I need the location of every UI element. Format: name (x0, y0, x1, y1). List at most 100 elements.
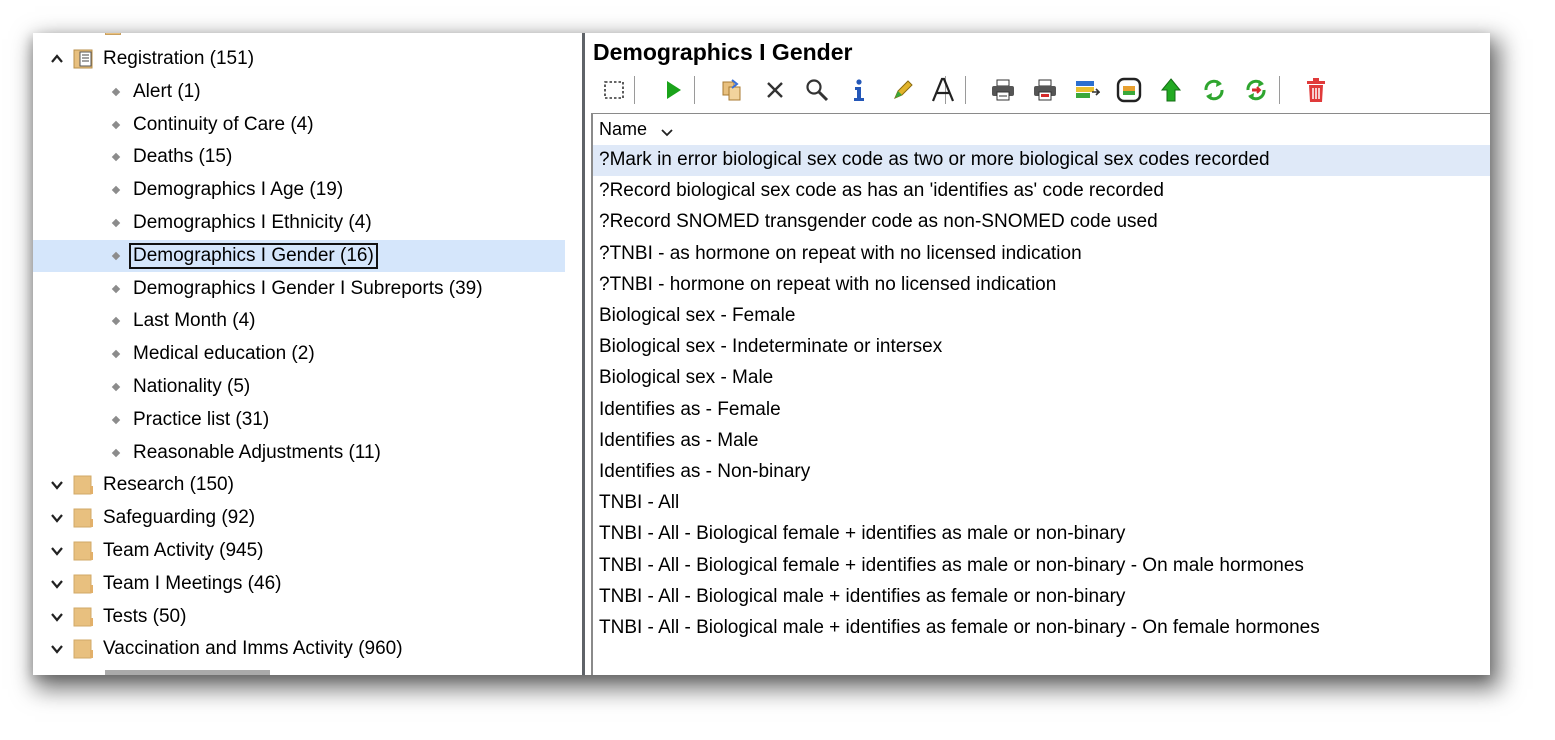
chevron-down-icon[interactable] (49, 609, 65, 625)
list-item[interactable]: ?TNBI - hormone on repeat with no licens… (593, 270, 1490, 301)
tree-item-label: Nationality (5) (133, 376, 251, 397)
list-item[interactable]: ?Record biological sex code as has an 'i… (593, 176, 1490, 207)
list-item[interactable]: TNBI - All - Biological female + identif… (593, 519, 1490, 550)
list-item-label: Identifies as - Non-binary (599, 461, 811, 482)
toolbar (593, 73, 1483, 107)
select-all-icon[interactable] (598, 73, 630, 107)
list-item[interactable]: TNBI - All (593, 488, 1490, 519)
folder-icon (73, 573, 95, 595)
bullet-icon (111, 415, 121, 425)
tree-leaf-item[interactable]: Last Month (4) (33, 305, 565, 337)
bullet-icon (111, 448, 121, 457)
tree-leaf-item[interactable]: Practice list (31) (33, 404, 565, 436)
export-icon[interactable] (1071, 73, 1103, 107)
tree-leaf-item[interactable]: Nationality (5) (33, 371, 565, 403)
list-item[interactable]: TNBI - All - Biological female + identif… (593, 551, 1490, 582)
tree-item-label: Team I Meetings (46) (103, 572, 282, 594)
list-item-label: TNBI - All - Biological female + identif… (599, 523, 1126, 545)
folder-icon (73, 507, 95, 529)
tree-leaf-item[interactable]: Medical education (2) (33, 338, 565, 370)
copy-move-icon[interactable] (716, 73, 748, 107)
tree-item-label: Tests (50) (103, 605, 187, 627)
print-icon[interactable] (987, 73, 1019, 107)
run-icon[interactable] (657, 73, 689, 107)
delete-x-icon[interactable] (759, 73, 791, 107)
refresh-icon[interactable] (1198, 73, 1230, 107)
tree-leaf-item[interactable]: Continuity of Care (4) (33, 109, 565, 141)
list-item[interactable]: Biological sex - Indeterminate or inters… (593, 332, 1490, 363)
list-item[interactable]: Biological sex - Female (593, 301, 1490, 332)
sort-chevron-icon[interactable] (661, 124, 673, 142)
tree-leaf-item[interactable]: Alert (1) (33, 76, 565, 108)
search-icon[interactable] (801, 73, 833, 107)
print-red-icon[interactable] (1029, 73, 1061, 107)
tree-item-label: Vaccination and Imms Activity (960) (103, 638, 403, 660)
toolbar-separator (965, 76, 966, 104)
tree-leaf-item[interactable]: Deaths (15) (33, 141, 565, 173)
toolbar-separator (634, 76, 635, 104)
list-item[interactable]: TNBI - All - Biological male + identifie… (593, 582, 1490, 613)
tree-item-label: Reasonable Adjustments (11) (133, 441, 381, 463)
view-icon[interactable] (1113, 73, 1145, 107)
tree-leaf-item[interactable]: Demographics I Gender I Subreports (39) (33, 273, 565, 305)
tree-folder-item[interactable]: Research (150) (33, 469, 565, 501)
tree-item-label: Medical education (2) (133, 343, 315, 365)
tree-item-label: Last Month (4) (133, 310, 256, 332)
toolbar-separator (1279, 76, 1280, 104)
partial-bottom-row (105, 668, 275, 675)
bullet-icon (111, 382, 121, 392)
tree-item-label: Research (150) (103, 474, 234, 496)
folder-icon (73, 474, 95, 496)
list-item[interactable]: Biological sex - Male (593, 363, 1490, 394)
refresh-red-icon[interactable] (1240, 73, 1272, 107)
tree-folder-item[interactable]: Registration (151) (33, 43, 565, 75)
bullet-icon (111, 218, 121, 228)
list-item-label: Identifies as - Female (599, 398, 781, 420)
upload-icon[interactable] (1155, 73, 1187, 107)
tree-folder-item[interactable]: Tests (50) (33, 601, 565, 633)
chevron-down-icon[interactable] (49, 477, 65, 493)
tree-folder-item[interactable]: Vaccination and Imms Activity (960) (33, 633, 565, 665)
tree-leaf-item[interactable]: Demographics I Gender (16) (33, 239, 565, 272)
bullet-icon (111, 251, 121, 261)
chevron-down-icon[interactable] (49, 641, 65, 657)
list-item-label: Biological sex - Female (599, 305, 796, 326)
list-item[interactable]: ?Record SNOMED transgender code as non-S… (593, 207, 1490, 238)
font-icon[interactable] (927, 73, 959, 107)
list-item[interactable]: ?TNBI - as hormone on repeat with no lic… (593, 239, 1490, 270)
folder-icon (73, 606, 95, 628)
bullet-icon (111, 317, 121, 326)
list-item[interactable]: ?Mark in error biological sex code as tw… (593, 145, 1490, 176)
column-header-name[interactable]: Name (593, 114, 1490, 144)
tree-folder-item[interactable]: Team I Meetings (46) (33, 568, 565, 600)
list-item[interactable]: Identifies as - Female (593, 395, 1490, 426)
list-item-label: TNBI - All - Biological male + identifie… (599, 585, 1126, 607)
trash-icon[interactable] (1300, 73, 1332, 107)
chevron-down-icon[interactable] (49, 510, 65, 526)
report-panel: Demographics I Gender Name ?Mark in erro… (585, 33, 1490, 675)
panel-title: Demographics I Gender (593, 39, 853, 65)
tree-folder-item[interactable]: Team Activity (945) (33, 535, 565, 567)
folder-icon (73, 540, 95, 562)
report-tree[interactable]: Registration (151) Alert (1) Continuity of… (33, 33, 582, 675)
chevron-up-icon[interactable] (49, 51, 65, 67)
report-list[interactable]: Name ?Mark in error biological sex code … (591, 113, 1490, 675)
tree-item-label: Demographics I Gender (16) (129, 242, 378, 269)
edit-pencil-icon[interactable] (887, 73, 919, 107)
list-item-label: ?TNBI - hormone on repeat with no licens… (599, 273, 1057, 295)
list-item[interactable]: TNBI - All - Biological male + identifie… (593, 613, 1490, 644)
list-item-label: TNBI - All (599, 492, 680, 514)
chevron-down-icon[interactable] (49, 543, 65, 559)
tree-leaf-item[interactable]: Demographics I Ethnicity (4) (33, 207, 565, 239)
chevron-down-icon[interactable] (49, 576, 65, 592)
list-item-label: ?TNBI - as hormone on repeat with no lic… (599, 242, 1082, 264)
tree-folder-item[interactable]: Safeguarding (92) (33, 502, 565, 534)
list-item-label: Biological sex - Male (599, 367, 774, 389)
list-item[interactable]: Identifies as - Non-binary (593, 457, 1490, 488)
list-item[interactable]: Identifies as - Male (593, 426, 1490, 457)
info-icon[interactable] (843, 73, 875, 107)
tree-leaf-item[interactable]: Reasonable Adjustments (11) (33, 437, 565, 469)
tree-leaf-item[interactable]: Demographics I Age (19) (33, 174, 565, 206)
list-item-label: ?Record SNOMED transgender code as non-S… (599, 211, 1158, 233)
tree-item-label: Demographics I Age (19) (133, 179, 344, 201)
